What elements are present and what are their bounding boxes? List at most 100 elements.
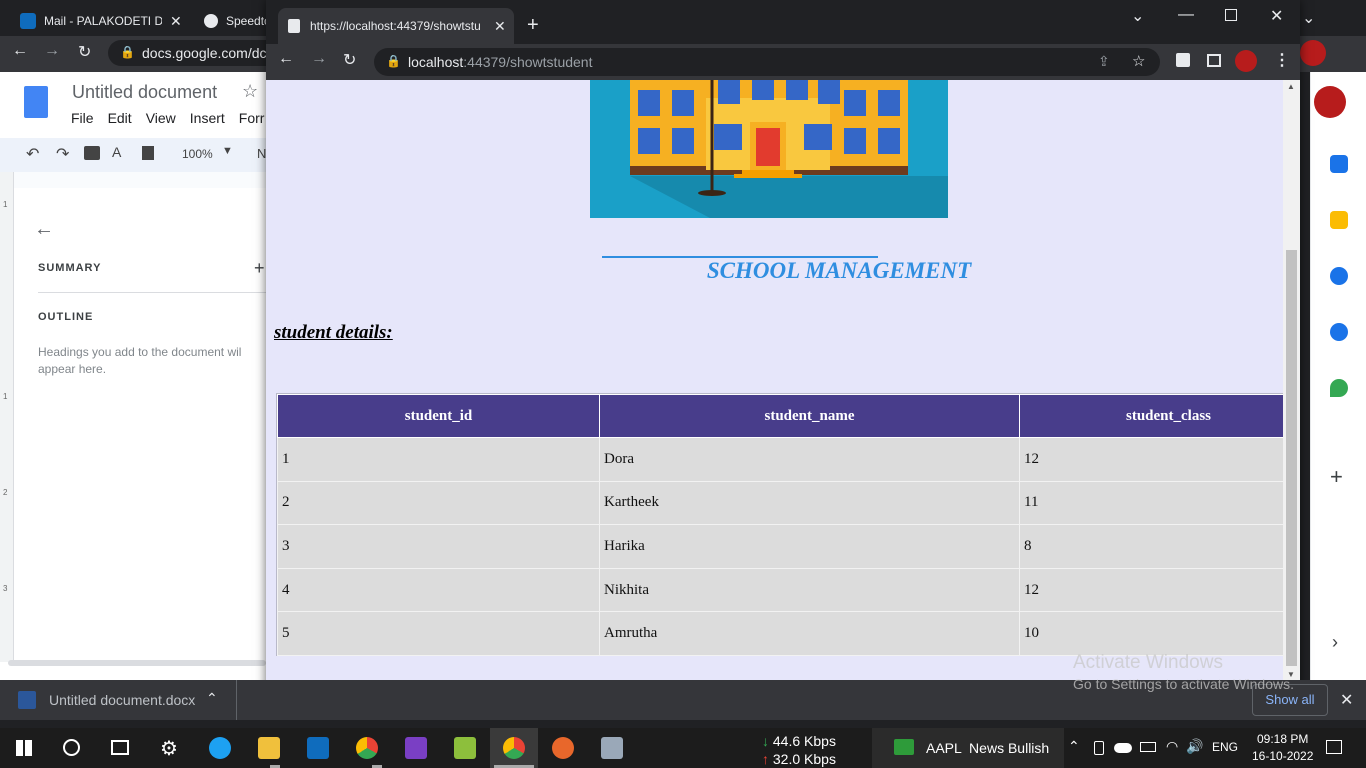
popup-profile-avatar[interactable] bbox=[1235, 50, 1257, 72]
settings-gear-icon[interactable]: ⚙ bbox=[160, 736, 178, 761]
file-explorer-icon[interactable] bbox=[258, 737, 280, 759]
menu-format[interactable]: Forr bbox=[239, 110, 265, 126]
cell-student-class: 10 bbox=[1019, 611, 1300, 656]
download-filename[interactable]: Untitled document.docx bbox=[49, 692, 195, 708]
paint-format-icon[interactable] bbox=[142, 146, 154, 160]
close-outline-icon[interactable]: ← bbox=[34, 218, 54, 241]
document-title[interactable]: Untitled document bbox=[72, 82, 217, 103]
keep-icon[interactable] bbox=[1330, 211, 1348, 229]
menu-insert[interactable]: Insert bbox=[190, 110, 225, 126]
student-table: student_id student_name student_class 1 … bbox=[277, 394, 1300, 656]
zoom-select[interactable]: 100% bbox=[182, 147, 213, 161]
outlook-taskbar-icon[interactable] bbox=[307, 737, 329, 759]
school-building-image bbox=[590, 80, 948, 218]
account-avatar[interactable] bbox=[1314, 86, 1346, 118]
profile-avatar[interactable] bbox=[1300, 40, 1326, 66]
net-down-speed: 44.6 Kbps bbox=[772, 733, 836, 749]
page-viewport: SCHOOL MANAGEMENT student details: stude… bbox=[266, 80, 1300, 700]
student-table-container: student_id student_name student_class 1 … bbox=[276, 393, 1300, 656]
cell-student-name: Harika bbox=[599, 524, 1020, 569]
menu-view[interactable]: View bbox=[146, 110, 176, 126]
active-chrome-taskbar-item[interactable] bbox=[490, 728, 538, 768]
maximize-icon[interactable] bbox=[1225, 9, 1237, 21]
network-speed-widget: ↓ 44.6 Kbps ↑ 32.0 Kbps bbox=[762, 732, 836, 768]
cell-student-class: 11 bbox=[1019, 480, 1300, 526]
table-row: 5 Amrutha 10 bbox=[277, 611, 1300, 656]
menu-edit[interactable]: Edit bbox=[108, 110, 132, 126]
onedrive-icon[interactable] bbox=[1114, 743, 1132, 753]
close-download-bar-icon[interactable]: ✕ bbox=[1340, 690, 1353, 710]
visual-studio-icon[interactable] bbox=[405, 737, 427, 759]
download-options-icon[interactable]: ⌃ bbox=[206, 690, 218, 707]
undo-icon[interactable]: ↶ bbox=[26, 144, 39, 164]
windows-start-icon[interactable] bbox=[16, 740, 32, 756]
language-indicator[interactable]: ENG bbox=[1212, 740, 1238, 754]
tab-mail[interactable]: Mail - PALAKODETI DC ✕ bbox=[2, 6, 192, 36]
close-icon[interactable]: ✕ bbox=[170, 13, 182, 30]
postman-icon[interactable] bbox=[552, 737, 574, 759]
news-widget[interactable]: AAPL News Bullish bbox=[872, 728, 1064, 768]
redo-icon[interactable]: ↷ bbox=[56, 144, 69, 164]
calendar-icon[interactable] bbox=[1330, 155, 1348, 173]
tab-mail-label: Mail - PALAKODETI DC bbox=[44, 14, 162, 28]
clock-date: 16-10-2022 bbox=[1252, 749, 1314, 763]
tab-search-icon[interactable]: ⌄ bbox=[1131, 6, 1144, 26]
scroll-up-icon[interactable]: ▲ bbox=[1287, 82, 1295, 91]
popup-reload-icon[interactable]: ↻ bbox=[343, 50, 356, 70]
forward-icon[interactable]: → bbox=[44, 42, 60, 60]
docs-logo-icon[interactable] bbox=[24, 86, 48, 118]
edge-icon[interactable] bbox=[209, 737, 231, 759]
add-addon-icon[interactable]: + bbox=[1330, 464, 1343, 490]
spellcheck-icon[interactable]: A bbox=[112, 144, 121, 160]
extensions-icon[interactable] bbox=[1176, 53, 1190, 67]
search-icon[interactable] bbox=[63, 739, 80, 756]
back-icon[interactable]: ← bbox=[12, 42, 28, 60]
bookmark-star-icon[interactable]: ☆ bbox=[1132, 52, 1145, 70]
activate-windows-watermark: Activate Windows Go to Settings to activ… bbox=[1073, 652, 1294, 692]
popup-tab-title: https://localhost:44379/showtstu bbox=[310, 19, 481, 33]
minimize-icon[interactable]: — bbox=[1178, 6, 1194, 24]
volume-icon[interactable]: 🔊 bbox=[1186, 738, 1203, 755]
ssms-icon[interactable] bbox=[601, 737, 623, 759]
reload-icon[interactable]: ↻ bbox=[78, 42, 91, 62]
wifi-icon[interactable]: ◠ bbox=[1166, 738, 1178, 755]
star-icon[interactable]: ☆ bbox=[242, 81, 258, 102]
side-panel-icon[interactable] bbox=[1207, 54, 1221, 67]
show-hidden-icons[interactable]: ⌃ bbox=[1068, 738, 1080, 755]
new-tab-icon[interactable]: + bbox=[527, 14, 539, 37]
notifications-icon[interactable] bbox=[1326, 740, 1342, 754]
vertical-scrollbar-thumb[interactable] bbox=[1286, 250, 1297, 666]
battery-icon[interactable] bbox=[1140, 742, 1156, 752]
clock[interactable]: 09:18 PM 16-10-2022 bbox=[1252, 731, 1313, 765]
usb-icon[interactable] bbox=[1094, 741, 1104, 755]
zoom-dropdown-icon[interactable]: ▼ bbox=[222, 145, 233, 157]
menu-kebab-icon[interactable]: ⋮ bbox=[1274, 50, 1290, 70]
close-window-icon[interactable]: ✕ bbox=[1270, 6, 1283, 26]
popup-forward-icon[interactable]: → bbox=[311, 50, 327, 68]
cell-student-id: 2 bbox=[277, 480, 600, 526]
chrome-icon[interactable] bbox=[356, 737, 378, 759]
tab-speedtest[interactable]: Speedtc bbox=[186, 6, 276, 36]
maps-icon[interactable] bbox=[1330, 379, 1348, 397]
cell-student-name: Nikhita bbox=[599, 567, 1020, 613]
cell-student-name: Dora bbox=[599, 437, 1020, 482]
popup-back-icon[interactable]: ← bbox=[278, 50, 294, 68]
print-icon[interactable] bbox=[84, 146, 100, 160]
bg-chevron-down-icon[interactable]: ⌄ bbox=[1302, 8, 1315, 28]
stock-chart-icon bbox=[894, 739, 914, 755]
tasks-icon[interactable] bbox=[1330, 267, 1348, 285]
menu-file[interactable]: File bbox=[71, 110, 94, 126]
font-select[interactable]: N bbox=[257, 146, 266, 161]
cell-student-name: Kartheek bbox=[599, 480, 1020, 526]
add-summary-icon[interactable]: + bbox=[254, 258, 265, 279]
toolbox-app-icon[interactable] bbox=[454, 737, 476, 759]
expand-panel-icon[interactable]: › bbox=[1332, 632, 1338, 653]
popup-tab[interactable]: https://localhost:44379/showtstu ✕ bbox=[278, 8, 514, 44]
close-tab-icon[interactable]: ✕ bbox=[494, 18, 506, 35]
outlook-icon bbox=[20, 13, 36, 29]
share-icon[interactable]: ⇪ bbox=[1098, 53, 1110, 70]
contacts-icon[interactable] bbox=[1330, 323, 1348, 341]
docs-horizontal-scrollbar[interactable] bbox=[8, 660, 266, 666]
task-view-icon[interactable] bbox=[111, 740, 129, 755]
popup-address-bar[interactable]: 🔒 localhost:44379/showtstudent ⇪ ☆ bbox=[374, 48, 1160, 76]
